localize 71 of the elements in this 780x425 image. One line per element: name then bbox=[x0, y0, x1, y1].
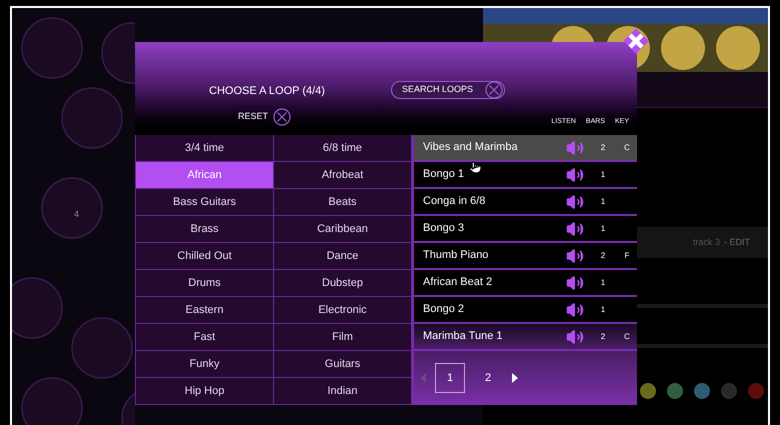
category-button[interactable]: Hip Hop bbox=[136, 378, 274, 405]
category-button[interactable]: Eastern bbox=[136, 297, 274, 324]
color-swatch[interactable] bbox=[721, 383, 737, 399]
key-value: C bbox=[624, 330, 630, 342]
bars-value: 2 bbox=[600, 250, 606, 262]
loop-row[interactable]: Marimba Tune 1 2 C bbox=[414, 324, 637, 351]
bars-value: 1 bbox=[600, 304, 606, 316]
loop-row[interactable]: Vibes and Marimba 2 C bbox=[414, 135, 637, 162]
side-label: 4 bbox=[74, 208, 80, 221]
bars-value: 2 bbox=[600, 330, 606, 342]
bars-value: 1 bbox=[600, 168, 606, 180]
loop-name: Bongo 2 bbox=[423, 302, 464, 318]
loop-row[interactable]: Thumb Piano 2 F bbox=[414, 243, 637, 270]
color-swatch[interactable] bbox=[667, 383, 683, 399]
category-button[interactable]: Fast bbox=[136, 324, 274, 351]
speaker-icon[interactable] bbox=[566, 300, 584, 318]
hand-cursor-icon bbox=[469, 161, 482, 174]
loop-name: Bongo 3 bbox=[423, 221, 464, 236]
category-button[interactable]: Film bbox=[274, 324, 412, 351]
loop-name: Marimba Tune 1 bbox=[423, 329, 502, 344]
bars-value: 2 bbox=[600, 142, 606, 154]
color-swatch[interactable] bbox=[640, 383, 656, 399]
page-button[interactable]: 1 bbox=[435, 363, 465, 393]
color-swatch[interactable] bbox=[694, 383, 710, 399]
search-field[interactable]: SEARCH LOOPS bbox=[391, 81, 505, 99]
speaker-icon[interactable] bbox=[566, 166, 584, 184]
loop-row[interactable]: Bongo 2 1 bbox=[414, 297, 637, 324]
category-button[interactable]: 6/8 time bbox=[274, 135, 412, 162]
page-button[interactable]: 2 bbox=[473, 363, 503, 393]
loop-name: Vibes and Marimba bbox=[423, 140, 518, 156]
speaker-icon[interactable] bbox=[566, 274, 584, 292]
category-button[interactable]: Dubstep bbox=[274, 270, 412, 297]
loop-name: African Beat 2 bbox=[423, 275, 492, 290]
speaker-icon[interactable] bbox=[566, 220, 584, 238]
color-swatch[interactable] bbox=[748, 383, 764, 399]
category-button[interactable]: Beats bbox=[274, 189, 412, 216]
track-name: track 3 bbox=[693, 236, 720, 250]
category-button[interactable]: Brass bbox=[136, 216, 274, 243]
category-button[interactable]: Caribbean bbox=[274, 216, 412, 243]
speaker-icon[interactable] bbox=[566, 246, 584, 264]
category-button[interactable]: Funky bbox=[136, 351, 274, 378]
next-arrow-icon[interactable] bbox=[511, 373, 518, 383]
category-button[interactable]: African bbox=[136, 162, 274, 189]
clear-icon[interactable] bbox=[485, 81, 503, 99]
category-button[interactable]: 3/4 time bbox=[136, 135, 274, 162]
loop-row[interactable]: African Beat 2 1 bbox=[414, 270, 637, 297]
dialog-title: CHOOSE A LOOP (4/4) bbox=[209, 84, 325, 99]
bars-value: 1 bbox=[600, 276, 606, 288]
category-button[interactable]: Electronic bbox=[274, 297, 412, 324]
category-button[interactable]: Dance bbox=[274, 243, 412, 270]
category-button[interactable]: Guitars bbox=[274, 351, 412, 378]
bars-value: 1 bbox=[600, 222, 606, 234]
reset-icon[interactable] bbox=[273, 108, 292, 126]
category-button[interactable]: Chilled Out bbox=[136, 243, 274, 270]
speaker-icon[interactable] bbox=[566, 328, 584, 346]
loop-row[interactable]: Bongo 3 1 bbox=[414, 216, 637, 243]
loop-name: Conga in 6/8 bbox=[423, 194, 486, 210]
loop-name: Bongo 1 bbox=[423, 167, 464, 182]
category-button[interactable]: Bass Guitars bbox=[136, 189, 274, 216]
key-value: F bbox=[624, 250, 630, 262]
reset-label[interactable]: RESET bbox=[238, 110, 268, 124]
category-button[interactable]: Drums bbox=[136, 270, 274, 297]
loop-row[interactable]: Bongo 1 1 bbox=[414, 162, 637, 189]
loop-name: Thumb Piano bbox=[423, 248, 488, 264]
search-input[interactable]: SEARCH LOOPS bbox=[402, 83, 482, 97]
bars-value: 1 bbox=[600, 196, 606, 208]
category-button[interactable]: Indian bbox=[274, 378, 412, 405]
key-value: C bbox=[624, 142, 630, 154]
loop-row[interactable]: Conga in 6/8 1 bbox=[414, 189, 637, 216]
category-button[interactable]: Afrobeat bbox=[274, 162, 412, 189]
speaker-icon[interactable] bbox=[566, 192, 584, 210]
